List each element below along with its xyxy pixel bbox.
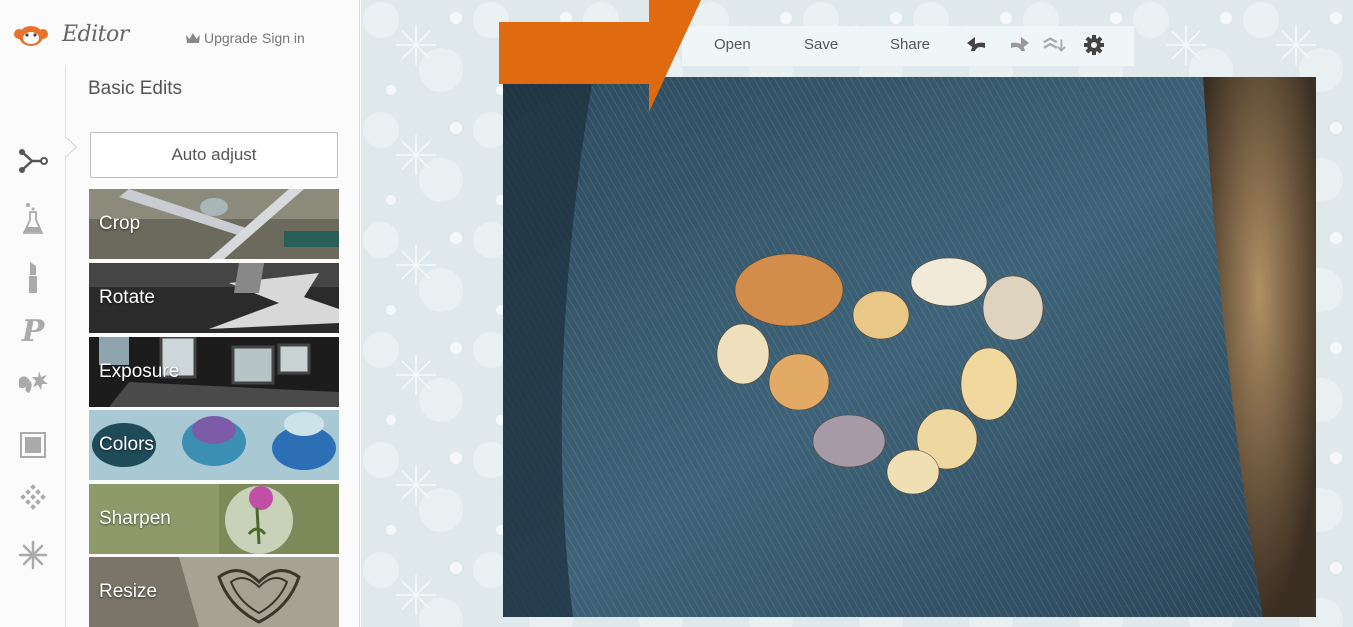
- frames-icon: [20, 432, 46, 458]
- sharpen-tool[interactable]: Sharpen: [89, 484, 339, 554]
- header-bar: Editor Upgrade Sign in: [0, 0, 360, 66]
- colors-tool[interactable]: Colors: [89, 410, 339, 480]
- rail-textures[interactable]: [14, 480, 52, 518]
- rotate-tool[interactable]: Rotate: [89, 263, 339, 333]
- resize-tool-label: Resize: [99, 581, 158, 602]
- top-toolbar: Open Save Share: [682, 26, 1134, 66]
- crown-icon: [186, 33, 200, 43]
- section-title: Basic Edits: [88, 78, 182, 99]
- touch-up-lipstick-icon: [29, 262, 37, 293]
- rail-frames[interactable]: [14, 426, 52, 464]
- seasonal-snowflake-icon: [18, 540, 48, 570]
- photo-canvas-image: [503, 77, 1316, 617]
- resize-tool[interactable]: Resize: [89, 557, 339, 627]
- crop-tool-label: Crop: [99, 213, 141, 234]
- save-button[interactable]: Save: [804, 36, 838, 53]
- tool-category-rail: P: [0, 66, 66, 627]
- basic-edits-icon: [19, 149, 48, 173]
- app-logo-text[interactable]: Editor: [62, 22, 129, 47]
- annotation-arrow: [499, 0, 701, 112]
- rail-touch-up[interactable]: [14, 258, 52, 296]
- share-button[interactable]: Share: [890, 36, 930, 53]
- rotate-tool-label: Rotate: [99, 287, 155, 308]
- colors-tool-label: Colors: [99, 434, 154, 455]
- settings-button[interactable]: [1082, 34, 1106, 56]
- rail-overlays[interactable]: [14, 364, 52, 402]
- redo-icon: [1011, 37, 1029, 51]
- sign-in-link[interactable]: Sign in: [262, 30, 305, 46]
- settings-gear-icon: [1084, 35, 1104, 55]
- rail-seasonal[interactable]: [14, 536, 52, 574]
- auto-adjust-button[interactable]: Auto adjust: [90, 132, 338, 178]
- overlays-butterfly-icon: [19, 371, 48, 393]
- undo-button[interactable]: [966, 34, 990, 56]
- open-button[interactable]: Open: [714, 36, 751, 53]
- monkey-logo-icon[interactable]: [14, 24, 48, 48]
- rail-basic-edits[interactable]: [14, 142, 52, 180]
- exposure-tool-label: Exposure: [99, 361, 180, 382]
- undo-icon: [967, 37, 985, 51]
- effects-flask-icon: [22, 203, 44, 234]
- exposure-tool[interactable]: Exposure: [89, 337, 339, 407]
- rail-text[interactable]: P: [14, 312, 52, 350]
- redo-button[interactable]: [1006, 34, 1030, 56]
- crop-tool[interactable]: Crop: [89, 189, 339, 259]
- left-panel: Editor Upgrade Sign in P Basic Edits Aut…: [0, 0, 360, 627]
- history-button[interactable]: [1042, 34, 1066, 56]
- upgrade-link[interactable]: Upgrade: [186, 30, 258, 46]
- rail-effects[interactable]: [14, 200, 52, 238]
- textures-icon: [20, 484, 46, 510]
- text-p-icon: P: [21, 313, 45, 349]
- history-icon: [1043, 37, 1066, 52]
- sharpen-tool-label: Sharpen: [99, 508, 171, 529]
- upgrade-label: Upgrade: [204, 30, 258, 46]
